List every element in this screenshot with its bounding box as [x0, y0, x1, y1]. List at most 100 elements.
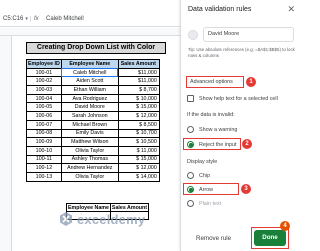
sales-amount-cell[interactable]: $ 10,000: [117, 93, 160, 104]
data-table: Employee ID Employee Name Sales Amount 1…: [26, 59, 160, 182]
show-warning-radio[interactable]: [187, 126, 194, 133]
close-icon[interactable]: ✕: [287, 4, 295, 15]
header-sales-amount[interactable]: Sales Amount: [117, 59, 160, 69]
employee-id-cell[interactable]: 100-13: [26, 171, 62, 182]
sales-amount-cell[interactable]: $11,000: [117, 67, 160, 78]
criteria-item-input[interactable]: David Moore: [203, 27, 294, 42]
sales-amount-cell[interactable]: $ 12,000: [117, 111, 160, 121]
show-warning-label: Show a warning: [199, 126, 238, 133]
sales-amount-cell[interactable]: $ 12,000: [117, 163, 160, 173]
employee-id-cell[interactable]: 100-07: [26, 119, 62, 130]
employee-name-cell[interactable]: Caleb Mitchell: [60, 67, 119, 78]
employee-name-cell[interactable]: Olivia Taylor: [60, 145, 119, 156]
help-text-option[interactable]: Show help text for a selected cell: [187, 95, 278, 102]
tip-text: Tip: Use absolute references (e.g. =$A$1…: [188, 47, 295, 58]
table-row: 100-12 Andrew Hernandez $ 12,000: [26, 163, 160, 173]
employee-id-cell[interactable]: 100-03: [26, 85, 62, 95]
help-text-checkbox[interactable]: [187, 95, 194, 102]
employee-name-cell[interactable]: Matthew Wilson: [60, 137, 119, 147]
sales-amount-cell[interactable]: $ 10,500: [117, 137, 160, 147]
employee-id-cell[interactable]: 100-12: [26, 163, 62, 173]
table-row: 100-01 Caleb Mitchell $11,000: [26, 67, 160, 78]
employee-id-cell[interactable]: 100-09: [26, 137, 62, 147]
table-row: 100-02 Aiden Scott $11,000: [26, 76, 160, 87]
chevron-down-icon: ▾: [25, 16, 28, 22]
sales-amount-cell[interactable]: $ 8,500: [117, 119, 160, 130]
watermark: exceldemy: [58, 211, 145, 227]
name-box-value: C5:C16: [3, 16, 24, 22]
sales-amount-cell[interactable]: $ 15,000: [117, 102, 160, 113]
employee-name-cell[interactable]: Aiden Scott: [60, 76, 119, 87]
employee-name-cell[interactable]: Sarah Johnson: [60, 111, 119, 121]
done-button[interactable]: Done: [254, 230, 286, 246]
reject-input-radio[interactable]: [187, 141, 194, 148]
invalid-data-heading: If the data is invalid:: [187, 112, 235, 118]
item-color-picker[interactable]: [188, 29, 198, 40]
arrow-label: Arrow: [199, 186, 214, 193]
sheet-title[interactable]: Creating Drop Down List with Color: [26, 42, 166, 54]
employee-id-cell[interactable]: 100-11: [26, 154, 62, 165]
sales-amount-cell[interactable]: $ 14,000: [117, 171, 160, 182]
employee-id-cell[interactable]: 100-04: [26, 93, 62, 104]
criteria-item-row: David Moore: [188, 27, 294, 42]
sales-amount-cell[interactable]: $11,000: [117, 76, 160, 87]
table-row: 100-13 Olivia Taylor $ 14,000: [26, 171, 160, 182]
employee-name-cell[interactable]: Ethan William: [60, 85, 119, 95]
display-style-heading: Display style: [187, 159, 218, 165]
fx-icon: fx: [30, 16, 44, 22]
employee-name-cell[interactable]: Olivia Taylor: [60, 171, 119, 182]
sales-amount-cell[interactable]: $ 8,700: [117, 85, 160, 95]
arrow-option[interactable]: Arrow: [187, 186, 213, 193]
employee-id-cell[interactable]: 100-01: [26, 67, 62, 78]
step-badge-1: 1: [246, 77, 256, 87]
header-employee-id[interactable]: Employee ID: [26, 59, 62, 69]
employee-name-cell[interactable]: Michael Brown: [60, 119, 119, 130]
chip-option[interactable]: Chip: [187, 172, 210, 179]
plain-text-option[interactable]: Plain text: [187, 200, 221, 207]
plain-text-label: Plain text: [199, 200, 222, 207]
chip-label: Chip: [199, 172, 211, 179]
employee-name-cell[interactable]: Andrew Hernandez: [60, 163, 119, 173]
sales-amount-cell[interactable]: $ 11,000: [117, 145, 160, 156]
employee-id-cell[interactable]: 100-10: [26, 145, 62, 156]
header-employee-name[interactable]: Employee Name: [60, 59, 119, 69]
watermark-text: exceldemy: [77, 211, 146, 227]
sales-amount-cell[interactable]: $ 10,700: [117, 128, 160, 139]
step-badge-2: 2: [242, 139, 252, 149]
formula-bar: C5:C16 ▾ fx Caleb Mitchell: [0, 12, 180, 27]
name-box[interactable]: C5:C16 ▾: [0, 16, 30, 22]
table-row: 100-06 Sarah Johnson $ 12,000: [26, 111, 160, 121]
plain-text-radio[interactable]: [187, 200, 194, 207]
spreadsheet: C5:C16 ▾ fx Caleb Mitchell Creating Drop…: [0, 0, 180, 251]
table-row: 100-09 Matthew Wilson $ 10,500: [26, 137, 160, 147]
employee-id-cell[interactable]: 100-08: [26, 128, 62, 139]
sales-amount-cell[interactable]: $ 15,000: [117, 154, 160, 165]
employee-name-cell[interactable]: Ashley Thomas: [60, 154, 119, 165]
employee-name-cell[interactable]: David Moore: [60, 102, 119, 113]
step-badge-3: 3: [241, 184, 251, 194]
remove-rule-button[interactable]: Remove rule: [196, 235, 231, 242]
employee-id-cell[interactable]: 100-06: [26, 111, 62, 121]
table-row: 100-08 Emily Davis $ 10,700: [26, 128, 160, 139]
employee-name-cell[interactable]: Emily Davis: [60, 128, 119, 139]
chip-radio[interactable]: [187, 172, 194, 179]
formula-input[interactable]: Caleb Mitchell: [44, 16, 84, 22]
reject-input-option[interactable]: Reject the input: [187, 141, 236, 148]
exceldemy-logo-icon: [60, 212, 72, 226]
table-header-row: Employee ID Employee Name Sales Amount: [26, 59, 160, 69]
help-text-label: Show help text for a selected cell: [199, 95, 278, 102]
employee-id-cell[interactable]: 100-02: [26, 76, 62, 87]
table-row: 100-11 Ashley Thomas $ 15,000: [26, 154, 160, 165]
arrow-radio[interactable]: [187, 186, 194, 193]
row-headers[interactable]: [0, 36, 12, 251]
table-row: 100-10 Olivia Taylor $ 11,000: [26, 145, 160, 156]
table-row: 100-03 Ethan William $ 8,700: [26, 85, 160, 95]
table-row: 100-04 Ava Rodriguez $ 10,000: [26, 93, 160, 104]
advanced-options-label: Advanced options: [190, 79, 233, 85]
advanced-options-toggle[interactable]: Advanced options: [186, 76, 244, 88]
column-headers[interactable]: [0, 28, 180, 36]
employee-id-cell[interactable]: 100-05: [26, 102, 62, 113]
panel-title: Data validation rules: [188, 6, 252, 13]
show-warning-option[interactable]: Show a warning: [187, 126, 237, 133]
employee-name-cell[interactable]: Ava Rodriguez: [60, 93, 119, 104]
